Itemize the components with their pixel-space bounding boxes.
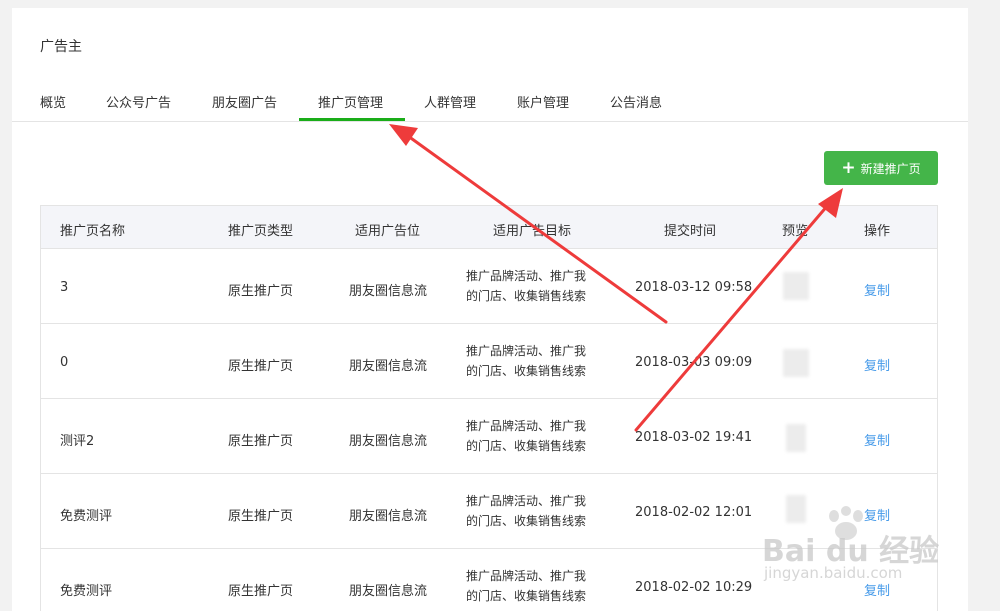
- header-target: 适用广告目标: [493, 224, 572, 239]
- row-name: 3: [60, 280, 69, 295]
- row-type: 原生推广页: [228, 359, 294, 374]
- table-header: 推广页名称 推广页类型 适用广告位 适用广告目标 提交时间 预览 操作: [41, 206, 937, 249]
- row-submit-time: 2018-02-02 10:29: [635, 580, 753, 595]
- row-submit-time: 2018-03-12 09:58: [635, 280, 753, 295]
- header-type: 推广页类型: [228, 224, 294, 239]
- table-row: 测评2 原生推广页 朋友圈信息流 推广品牌活动、推广我 的门店、收集销售线索 2…: [41, 400, 937, 474]
- tab-announcements[interactable]: 公告消息: [610, 92, 662, 111]
- app-title: 广告主: [40, 39, 82, 55]
- tab-audience-management[interactable]: 人群管理: [424, 92, 476, 111]
- header-placement: 适用广告位: [355, 224, 421, 239]
- preview-thumbnail[interactable]: [783, 349, 809, 377]
- row-target-line1: 推广品牌活动、推广我: [466, 269, 587, 283]
- header-actions: 操作: [864, 224, 891, 239]
- row-target-line2: 的门店、收集销售线索: [466, 514, 587, 528]
- row-target-line2: 的门店、收集销售线索: [466, 364, 587, 378]
- preview-thumbnail[interactable]: [786, 424, 806, 452]
- row-placement: 朋友圈信息流: [349, 434, 428, 449]
- tab-overview[interactable]: 概览: [40, 92, 66, 111]
- row-type: 原生推广页: [228, 509, 294, 524]
- table-row: 免费测评 原生推广页 朋友圈信息流 推广品牌活动、推广我 的门店、收集销售线索 …: [41, 550, 937, 611]
- tab-moments-ads[interactable]: 朋友圈广告: [212, 92, 277, 111]
- row-type: 原生推广页: [228, 584, 294, 599]
- row-name: 免费测评: [60, 584, 113, 599]
- table-row: 0 原生推广页 朋友圈信息流 推广品牌活动、推广我 的门店、收集销售线索 201…: [41, 325, 937, 399]
- copy-link[interactable]: 复制: [864, 355, 890, 374]
- row-target-line2: 的门店、收集销售线索: [466, 439, 587, 453]
- tab-account-management[interactable]: 账户管理: [517, 92, 569, 111]
- header-preview: 预览: [782, 224, 809, 239]
- table-row: 3 原生推广页 朋友圈信息流 推广品牌活动、推广我 的门店、收集销售线索 201…: [41, 250, 937, 324]
- row-target-line1: 推广品牌活动、推广我: [466, 419, 587, 433]
- tab-landing-page-management[interactable]: 推广页管理: [318, 92, 383, 111]
- header-name: 推广页名称: [60, 224, 126, 239]
- active-tab-indicator: [299, 118, 405, 121]
- copy-link[interactable]: 复制: [864, 580, 890, 599]
- new-landing-page-button[interactable]: + 新建推广页: [824, 151, 938, 185]
- row-target-line2: 的门店、收集销售线索: [466, 589, 587, 603]
- header-submit-time: 提交时间: [664, 224, 717, 239]
- tab-bar: 概览 公众号广告 朋友圈广告 推广页管理 人群管理 账户管理 公告消息: [12, 84, 968, 122]
- row-type: 原生推广页: [228, 434, 294, 449]
- copy-link[interactable]: 复制: [864, 280, 890, 299]
- row-placement: 朋友圈信息流: [349, 584, 428, 599]
- row-submit-time: 2018-02-02 12:01: [635, 505, 753, 520]
- copy-link[interactable]: 复制: [864, 430, 890, 449]
- table-row: 免费测评 原生推广页 朋友圈信息流 推广品牌活动、推广我 的门店、收集销售线索 …: [41, 475, 937, 549]
- row-target-line1: 推广品牌活动、推广我: [466, 494, 587, 508]
- plus-icon: +: [841, 157, 856, 178]
- row-placement: 朋友圈信息流: [349, 284, 428, 299]
- row-placement: 朋友圈信息流: [349, 359, 428, 374]
- row-name: 免费测评: [60, 509, 113, 524]
- row-target-line1: 推广品牌活动、推广我: [466, 344, 587, 358]
- row-type: 原生推广页: [228, 284, 294, 299]
- landing-page-table: 推广页名称 推广页类型 适用广告位 适用广告目标 提交时间 预览 操作 3 原生…: [40, 205, 938, 611]
- preview-thumbnail[interactable]: [783, 272, 809, 300]
- row-name: 测评2: [60, 434, 95, 449]
- new-landing-page-label: 新建推广页: [860, 161, 921, 176]
- tab-official-account-ads[interactable]: 公众号广告: [106, 92, 171, 111]
- row-target-line2: 的门店、收集销售线索: [466, 289, 587, 303]
- row-submit-time: 2018-03-03 09:09: [635, 355, 753, 370]
- row-submit-time: 2018-03-02 19:41: [635, 430, 753, 445]
- preview-thumbnail[interactable]: [786, 495, 806, 523]
- row-target-line1: 推广品牌活动、推广我: [466, 569, 587, 583]
- main-panel: 广告主 概览 公众号广告 朋友圈广告 推广页管理 人群管理 账户管理 公告消息 …: [12, 8, 968, 611]
- row-name: 0: [60, 355, 69, 370]
- row-placement: 朋友圈信息流: [349, 509, 428, 524]
- copy-link[interactable]: 复制: [864, 505, 890, 524]
